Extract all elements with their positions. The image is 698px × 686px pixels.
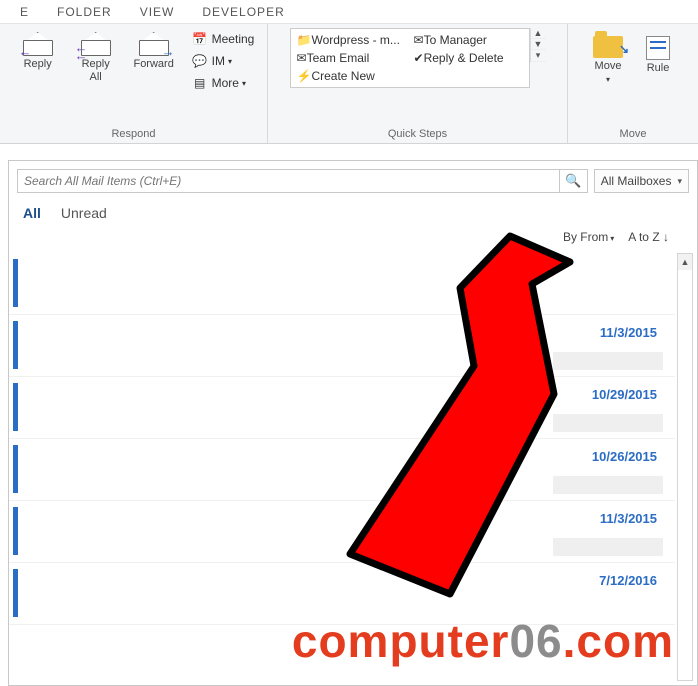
envelope-icon: → <box>137 32 171 56</box>
folder-move-icon: 📁 <box>297 33 312 47</box>
reply-all-button[interactable]: ← ← Reply All <box>67 28 125 84</box>
search-icon[interactable]: 🔍 <box>560 169 588 193</box>
list-item[interactable]: 7/12/2016 <box>9 563 675 625</box>
quicksteps-scroll[interactable]: ▲ ▼ ▾ <box>530 28 546 62</box>
group-label-respond: Respond <box>111 126 155 141</box>
group-quicksteps: 📁 Wordpress - m... ✉ To Manager ✉ Team E… <box>268 24 568 143</box>
sort-order-toggle[interactable]: A to Z ↓ <box>628 230 669 244</box>
reply-button[interactable]: ← Reply <box>9 28 67 71</box>
move-button[interactable]: ↘ Move▾ <box>583 28 633 86</box>
filter-all[interactable]: All <box>23 205 41 221</box>
scroll-up-icon[interactable]: ▲ <box>678 254 692 270</box>
more-icon: ▤ <box>191 76 209 90</box>
quickstep-to-manager[interactable]: ✉ To Manager <box>410 31 527 49</box>
message-date: 11/3/2015 <box>600 511 657 526</box>
group-label-move: Move <box>620 126 647 141</box>
list-item[interactable]: 11/3/2015 <box>9 501 675 563</box>
rules-button[interactable]: Rule <box>633 28 683 75</box>
group-respond: ← Reply ← ← Reply All → Forward <box>0 24 268 143</box>
im-button[interactable]: 💬 IM▾ <box>187 50 259 72</box>
chevron-down-icon: ▾ <box>610 234 614 243</box>
forward-button[interactable]: → Forward <box>125 28 183 71</box>
folder-icon: ↘ <box>593 36 623 58</box>
quickstep-create-new[interactable]: ⚡ Create New <box>293 67 410 85</box>
sort-by-dropdown[interactable]: By From▾ <box>563 230 614 244</box>
meeting-button[interactable]: 📅 Meeting <box>187 28 259 50</box>
group-move: ↘ Move▾ Rule Move <box>568 24 698 143</box>
message-date: 7/12/2016 <box>599 573 657 588</box>
quickstep-team-email[interactable]: ✉ Team Email <box>293 49 410 67</box>
scroll-down-icon[interactable]: ▼ <box>531 39 546 50</box>
scroll-up-icon[interactable]: ▲ <box>531 28 546 39</box>
ribbon: ← Reply ← ← Reply All → Forward <box>0 24 698 144</box>
check-icon: ✔ <box>414 51 424 65</box>
more-button[interactable]: ▤ More▾ <box>187 72 259 94</box>
filter-unread[interactable]: Unread <box>61 205 107 221</box>
rules-icon <box>646 36 670 60</box>
mail-list-pane: 🔍 All Mailboxes▾ All Unread By From▾ A t… <box>8 160 698 686</box>
search-input[interactable] <box>17 169 560 193</box>
envelope-icon: ← <box>21 32 55 56</box>
message-list[interactable]: 11/3/2015 10/29/2015 10/26/2015 11/3/201… <box>9 253 675 685</box>
tab-folder[interactable]: FOLDER <box>43 5 126 19</box>
list-item[interactable] <box>9 253 675 315</box>
envelope-icon: ✉ <box>297 51 307 65</box>
envelope-icon: ✉ <box>414 33 424 47</box>
tab-home-edge[interactable]: E <box>6 5 43 19</box>
message-date: 11/3/2015 <box>600 325 657 340</box>
group-label-quicksteps: Quick Steps <box>388 126 447 141</box>
message-date: 10/29/2015 <box>592 387 657 402</box>
tab-view[interactable]: VIEW <box>126 5 189 19</box>
list-item[interactable]: 10/29/2015 <box>9 377 675 439</box>
quickstep-wordpress[interactable]: 📁 Wordpress - m... <box>293 31 410 49</box>
quicksteps-gallery[interactable]: 📁 Wordpress - m... ✉ To Manager ✉ Team E… <box>290 28 530 88</box>
vertical-scrollbar[interactable]: ▲ <box>677 253 693 681</box>
list-item[interactable]: 11/3/2015 <box>9 315 675 377</box>
sort-down-icon: ↓ <box>663 230 669 244</box>
search-scope-dropdown[interactable]: All Mailboxes▾ <box>594 169 689 193</box>
calendar-icon: 📅 <box>191 32 209 46</box>
quickstep-reply-delete[interactable]: ✔ Reply & Delete <box>410 49 527 67</box>
tab-developer[interactable]: DEVELOPER <box>188 5 298 19</box>
lightning-icon: ⚡ <box>297 69 312 83</box>
chevron-down-icon: ▾ <box>677 176 682 187</box>
expand-icon[interactable]: ▾ <box>531 50 546 62</box>
envelope-icon: ← ← <box>79 32 113 56</box>
message-date: 10/26/2015 <box>592 449 657 464</box>
list-item[interactable]: 10/26/2015 <box>9 439 675 501</box>
chat-icon: 💬 <box>191 54 209 68</box>
